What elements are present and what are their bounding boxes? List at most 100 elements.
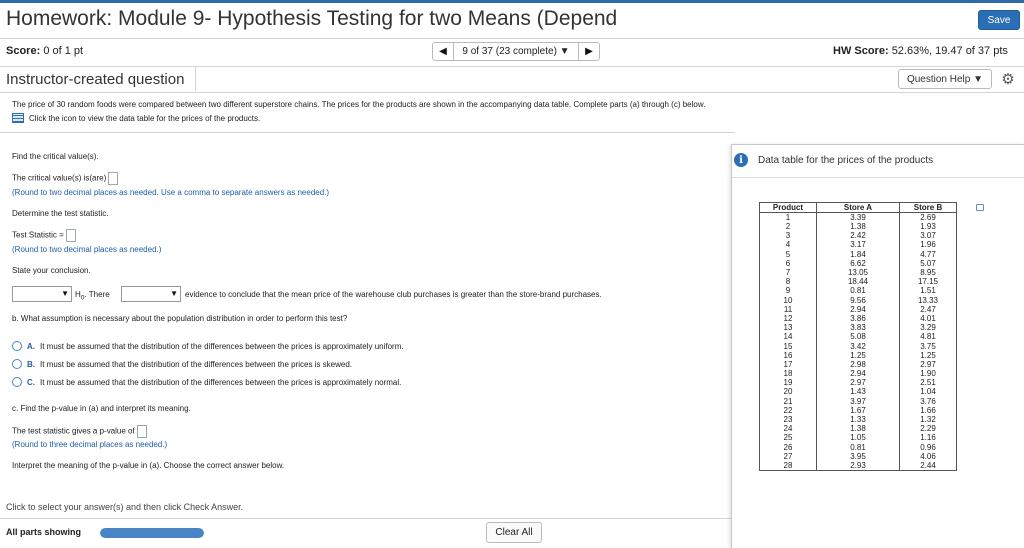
radio-button[interactable]	[12, 377, 22, 387]
table-cell: 10	[783, 295, 793, 305]
gear-icon[interactable]: ⚙	[998, 69, 1018, 89]
test-stat-line: Test Statistic =	[12, 229, 76, 242]
table-row: 6 6.62 5.07	[760, 258, 957, 268]
test-stat-label: Test Statistic =	[12, 230, 64, 240]
data-table-link[interactable]: Click the icon to view the data table fo…	[12, 113, 260, 123]
divider	[732, 177, 1024, 178]
table-cell: 19	[783, 378, 793, 388]
table-cell: 0.81	[816, 442, 900, 452]
option-text: It must be assumed that the distribution…	[40, 377, 402, 387]
data-table-link-text: Click the icon to view the data table fo…	[29, 113, 261, 123]
table-cell: 5.08	[816, 332, 900, 342]
radio-button[interactable]	[12, 341, 22, 351]
table-row: 13 3.83 3.29	[760, 323, 957, 333]
table-cell: 2.51	[899, 378, 957, 388]
table-cell: 3.83	[816, 323, 900, 333]
table-cell: 11	[783, 304, 793, 314]
table-cell: 1.51	[899, 286, 957, 296]
divider	[0, 38, 1024, 39]
data-table: Product Store A Store B 1 3.39 2.69 2 1.38 1.…	[759, 202, 957, 471]
table-cell: 4.81	[899, 332, 957, 342]
table-cell: 1.32	[899, 414, 957, 425]
evidence-dropdown[interactable]: ▼	[121, 286, 181, 302]
option-c[interactable]: C. It must be assumed that the distribut…	[12, 377, 401, 387]
table-row: 8 18.44 17.15	[760, 277, 957, 287]
pvalue-hint: (Round to three decimal places as needed…	[12, 440, 168, 449]
table-cell: 2.44	[899, 460, 957, 471]
score-label: Score:	[6, 45, 41, 57]
table-cell: 1.38	[816, 424, 900, 434]
pvalue-line: The test statistic gives a p-value of	[12, 425, 147, 438]
table-cell: 9	[785, 286, 791, 296]
table-cell: 1.93	[899, 222, 957, 232]
dropdown-arrow-icon: ▼	[61, 289, 69, 298]
table-cell: 1	[785, 213, 791, 222]
divider	[0, 66, 1024, 67]
question-prompt: The price of 30 random foods were compar…	[12, 100, 706, 109]
table-row: 19 2.97 2.51	[760, 378, 957, 388]
hw-score-label: HW Score:	[833, 45, 889, 57]
table-cell: 13.33	[899, 295, 957, 305]
table-cell: 1.84	[816, 249, 900, 259]
table-cell: 1.38	[816, 222, 900, 232]
table-cell: 7	[785, 268, 791, 278]
dropdown-arrow-icon: ▼	[170, 289, 178, 298]
table-cell: 3.29	[899, 323, 957, 333]
column-header: Store B	[899, 202, 957, 213]
table-cell: 16	[783, 350, 793, 360]
question-selector[interactable]: 9 of 37 (23 complete) ▼	[454, 42, 578, 61]
table-cell: 0.81	[816, 286, 900, 296]
decision-dropdown[interactable]: ▼	[12, 286, 72, 302]
table-row: 15 3.42 3.75	[760, 341, 957, 351]
table-cell: 2.47	[899, 304, 957, 314]
copy-icon[interactable]	[976, 204, 984, 211]
clear-all-button[interactable]: Clear All	[486, 522, 542, 543]
option-letter: C.	[27, 377, 35, 387]
table-cell: 20	[783, 387, 793, 397]
table-row: 26 0.81 0.96	[760, 442, 957, 452]
table-cell: 1.04	[899, 387, 957, 397]
save-button[interactable]: Save	[978, 10, 1020, 30]
next-question-button[interactable]: ▶	[578, 42, 600, 61]
footer-hint: Click to select your answer(s) and then …	[6, 502, 244, 512]
option-a[interactable]: A. It must be assumed that the distribut…	[12, 341, 404, 351]
table-row: 20 1.43 1.04	[760, 387, 957, 397]
table-row: 4 3.17 1.96	[760, 240, 957, 250]
table-icon[interactable]	[12, 113, 24, 123]
test-stat-answer-input[interactable]	[65, 229, 76, 242]
table-row: 7 13.05 8.95	[760, 267, 957, 278]
table-cell: 5	[785, 249, 791, 259]
table-cell: 1.33	[816, 414, 900, 425]
prev-question-button[interactable]: ◀	[432, 42, 454, 61]
critical-line: The critical value(s) is(are)	[12, 172, 119, 185]
table-cell: 1.16	[899, 433, 957, 443]
table-row: 2 1.38 1.93	[760, 222, 957, 232]
hw-score-value: 52.63%, 19.47 of 37 pts	[891, 45, 1008, 57]
table-row: 23 1.33 1.32	[760, 414, 957, 425]
table-cell: 4.01	[899, 313, 957, 324]
table-cell: 1.25	[816, 350, 900, 360]
table-cell: 4.06	[899, 451, 957, 461]
critical-answer-input[interactable]	[108, 172, 119, 185]
option-letter: B.	[27, 359, 35, 369]
pvalue-answer-input[interactable]	[136, 425, 147, 438]
progress-fill	[100, 528, 204, 538]
table-cell: 3.76	[899, 396, 957, 406]
progress-bar	[100, 528, 204, 538]
table-cell: 3.39	[816, 212, 900, 222]
table-cell: 3.42	[816, 341, 900, 351]
table-cell: 2.29	[899, 424, 957, 434]
radio-button[interactable]	[12, 359, 22, 369]
option-b[interactable]: B. It must be assumed that the distribut…	[12, 359, 352, 369]
question-help-button[interactable]: Question Help ▼	[898, 69, 992, 89]
table-cell: 8.95	[899, 267, 957, 278]
table-row: 16 1.25 1.25	[760, 350, 957, 360]
table-cell: 3.95	[816, 451, 900, 461]
table-cell: 3.97	[816, 396, 900, 406]
table-cell: 15	[783, 341, 793, 351]
table-row: 1 3.39 2.69	[760, 212, 957, 222]
table-cell: 17	[783, 359, 793, 369]
table-row: 14 5.08 4.81	[760, 332, 957, 342]
table-row: 9 0.81 1.51	[760, 286, 957, 296]
table-cell: 8	[785, 277, 791, 287]
